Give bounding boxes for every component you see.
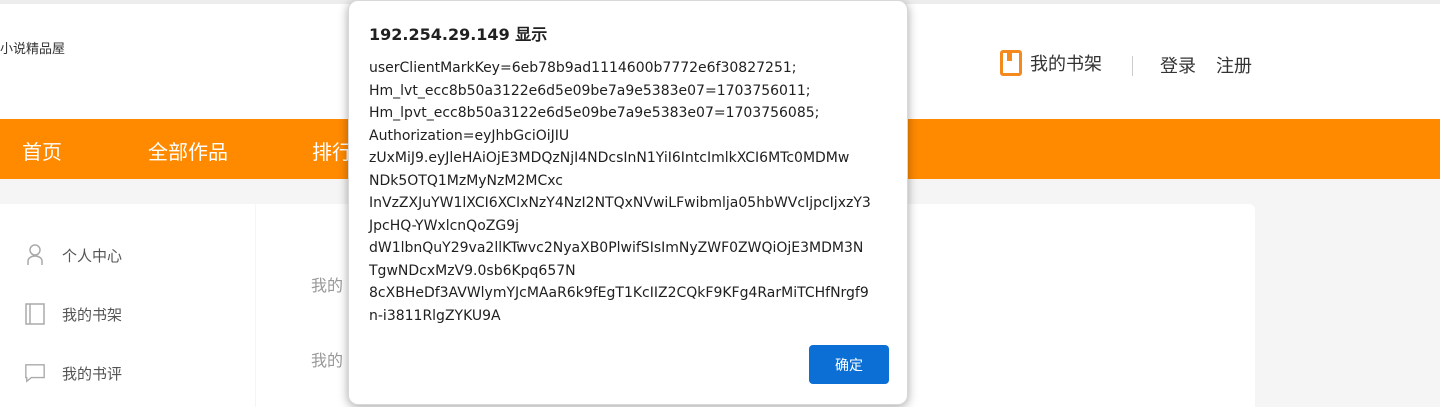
register-link[interactable]: 注册	[1216, 52, 1252, 78]
header-divider	[1132, 56, 1133, 76]
bookshelf-label: 我的书架	[1030, 54, 1102, 75]
nav-item-ranking[interactable]: 排行	[312, 136, 352, 165]
user-sidebar: 个人中心 我的书架 我的书评	[0, 204, 255, 407]
sidebar-item-label: 我的书评	[62, 364, 123, 383]
site-logo[interactable]: 小说精品屋	[0, 38, 65, 57]
dialog-message-line: zUxMiJ9.eyJleHAiOjE3MDQzNjI4NDcsInN1YiI6…	[369, 150, 850, 166]
book-icon	[24, 303, 46, 325]
sidebar-item-label: 个人中心	[62, 246, 123, 265]
dialog-message-line: Authorization=eyJhbGciOiJIU	[369, 127, 570, 144]
sidebar-item-reviews[interactable]: 我的书评	[24, 362, 122, 384]
login-link[interactable]: 登录	[1160, 52, 1196, 78]
sidebar-item-profile[interactable]: 个人中心	[24, 244, 122, 266]
content-line: 我的	[311, 351, 344, 370]
user-icon	[24, 244, 46, 266]
bookshelf-icon	[1000, 50, 1022, 76]
dialog-message-line: TgwNDcxMzV9.0sb6Kpq657N	[369, 262, 576, 279]
nav-item-all-works[interactable]: 全部作品	[148, 136, 228, 165]
ok-button[interactable]: 确定	[809, 345, 889, 384]
nav-item-home[interactable]: 首页	[22, 136, 62, 165]
dialog-message-line: 8cXBHeDf3AVWlymYJcMAaR6k9fEgT1KcIIZ2CQkF…	[369, 285, 869, 301]
dialog-message: userClientMarkKey=6eb78b9ad1114600b7772e…	[369, 57, 894, 327]
header-bookshelf-link[interactable]: 我的书架	[1000, 50, 1102, 76]
dialog-message-line: InVzZXJuYW1lXCI6XCIxNzY4NzI2NTQxNVwiLFwi…	[369, 195, 871, 211]
dialog-message-line: NDk5OTQ1MzMyNzM2MCxc	[369, 172, 563, 189]
dialog-message-line: userClientMarkKey=6eb78b9ad1114600b7772e…	[369, 60, 797, 76]
sidebar-item-bookshelf[interactable]: 我的书架	[24, 303, 122, 325]
sidebar-item-label: 我的书架	[62, 305, 123, 324]
dialog-message-line: Hm_lpvt_ecc8b50a3122e6d5e09be7a9e5383e07…	[369, 105, 820, 121]
dialog-message-line: JpcHQ-YWxlcnQoZG9j	[369, 217, 520, 234]
content-line: 我的	[311, 276, 344, 295]
alert-dialog: 192.254.29.149 显示 userClientMarkKey=6eb7…	[348, 0, 908, 405]
dialog-message-line: dW1lbnQuY29va2llKTwvc2NyaXB0PlwifSIsImNy…	[369, 240, 864, 256]
dialog-title: 192.254.29.149 显示	[369, 25, 548, 44]
comment-icon	[24, 362, 46, 384]
dialog-message-line: Hm_lvt_ecc8b50a3122e6d5e09be7a9e5383e07=…	[369, 82, 811, 99]
dialog-message-line: n-i3811RlgZYKU9A	[369, 307, 501, 324]
